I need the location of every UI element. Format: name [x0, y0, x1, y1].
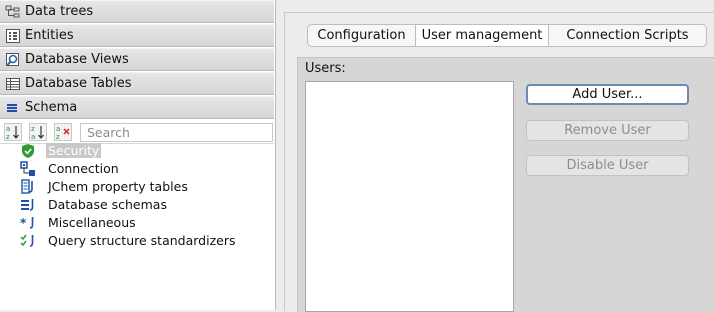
tab-configuration[interactable]: Configuration: [308, 25, 415, 46]
sort-ascending-icon: a z: [6, 125, 19, 141]
svg-text:z: z: [56, 133, 60, 140]
tree-item-label: JChem property tables: [48, 179, 188, 194]
tree-item-database-schemas[interactable]: Database schemas: [20, 196, 169, 213]
section-data-trees[interactable]: Data trees: [0, 0, 274, 23]
tree-item-miscellaneous[interactable]: * Miscellaneous: [20, 214, 138, 231]
connection-icon: [20, 160, 38, 177]
svg-text:*: *: [20, 216, 27, 230]
sort-descending-icon: z a: [31, 125, 44, 141]
section-label: Database Tables: [25, 76, 132, 91]
miscellaneous-icon: *: [20, 215, 38, 231]
remove-user-button[interactable]: Remove User: [526, 120, 689, 141]
section-database-views[interactable]: Database Views: [0, 48, 274, 71]
database-tables-icon: [5, 76, 21, 92]
svg-text:z: z: [6, 133, 10, 140]
svg-text:a: a: [6, 125, 10, 133]
user-management-content: Users: Add User... Remove User Disable U…: [297, 57, 714, 312]
tab-user-management[interactable]: User management: [415, 25, 549, 46]
search-input[interactable]: [81, 124, 267, 140]
tree-item-label: Database schemas: [48, 197, 167, 212]
schema-navigator-panel: Data trees Entities Database Views Datab…: [0, 0, 276, 310]
sort-ascending-button[interactable]: a z: [4, 123, 22, 141]
section-database-tables[interactable]: Database Tables: [0, 72, 274, 95]
svg-text:a: a: [56, 125, 60, 133]
standardizer-icon: [20, 233, 38, 249]
search-field[interactable]: [80, 123, 273, 142]
tree-item-jchem-property-tables[interactable]: JChem property tables: [20, 178, 190, 195]
jchem-table-icon: [20, 178, 38, 195]
tree-item-label: Query structure standardizers: [48, 233, 236, 248]
tree-item-security[interactable]: Security: [20, 142, 102, 159]
tab-connection-scripts[interactable]: Connection Scripts: [549, 25, 706, 46]
svg-text:z: z: [31, 125, 35, 133]
disable-user-button[interactable]: Disable User: [526, 155, 689, 176]
database-schema-icon: [20, 197, 38, 213]
clear-sort-button[interactable]: a z: [54, 123, 72, 141]
shield-icon: [20, 143, 38, 159]
tab-bar: Configuration User management Connection…: [307, 24, 707, 47]
sort-descending-button[interactable]: z a: [29, 123, 47, 141]
schema-icon: [5, 100, 21, 116]
section-label: Database Views: [25, 52, 129, 67]
section-label: Entities: [25, 28, 74, 43]
tree-item-label: Connection: [48, 161, 119, 176]
tree-item-connection[interactable]: Connection: [20, 160, 121, 177]
section-entities[interactable]: Entities: [0, 24, 274, 47]
tree-toolbar: a z z a a z: [0, 122, 274, 144]
svg-text:a: a: [31, 133, 35, 140]
data-trees-icon: [5, 4, 21, 20]
add-user-button[interactable]: Add User...: [526, 84, 689, 105]
users-list[interactable]: [305, 81, 514, 312]
settings-panel: Configuration User management Connection…: [284, 12, 714, 312]
section-schema[interactable]: Schema: [0, 96, 274, 119]
entities-icon: [5, 28, 21, 44]
users-label: Users:: [305, 61, 346, 76]
tree-item-label: Miscellaneous: [48, 215, 136, 230]
section-label: Data trees: [25, 4, 94, 19]
database-views-icon: [5, 52, 21, 68]
clear-sort-icon: a z: [56, 125, 70, 141]
tree-item-label: Security: [46, 143, 102, 158]
section-label: Schema: [25, 100, 78, 115]
tree-item-query-structure-standardizers[interactable]: Query structure standardizers: [20, 232, 237, 249]
